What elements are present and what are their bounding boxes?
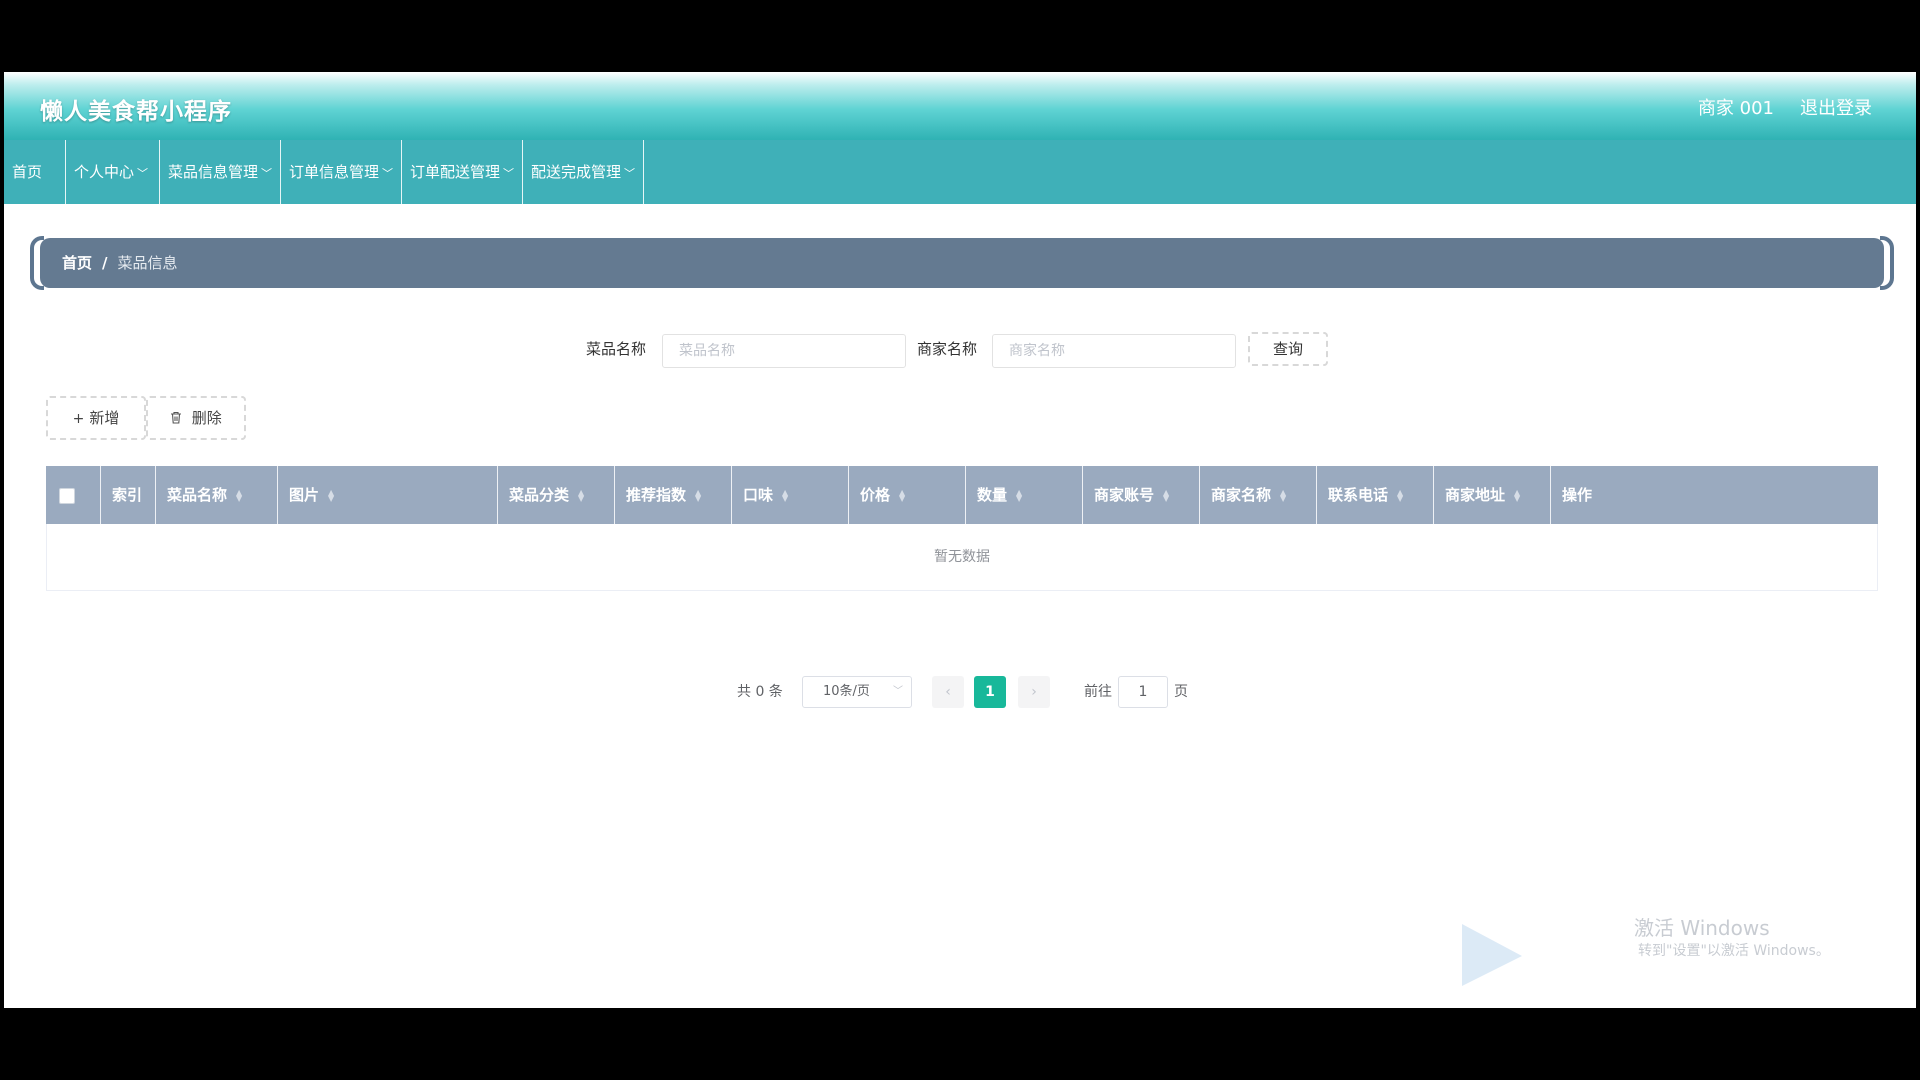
sort-icon[interactable]: ▲ ▼ [236, 488, 242, 502]
prev-page-button[interactable]: ‹ [932, 676, 964, 708]
page-size-value: 10条/页 [823, 684, 870, 699]
query-button[interactable]: 查询 [1248, 332, 1328, 366]
column-header-rating[interactable]: 推荐指数 ▲ ▼ [615, 466, 732, 524]
nav-item-delivery-complete[interactable]: 配送完成管理 ﹀ [523, 140, 644, 204]
page-suffix: 页 [1174, 684, 1188, 700]
top-header: 懒人美食帮小程序 商家 001 退出登录 [4, 72, 1916, 140]
sort-icon[interactable]: ▲ ▼ [1163, 488, 1169, 502]
column-header-flavor[interactable]: 口味 ▲ ▼ [732, 466, 849, 524]
sort-icon[interactable]: ▲ ▼ [328, 488, 334, 502]
nav-item-label: 订单信息管理 [289, 163, 380, 181]
nav-item-dish-management[interactable]: 菜品信息管理 ﹀ [160, 140, 281, 204]
chevron-down-icon: ﹀ [893, 686, 903, 697]
sort-icon[interactable]: ▲ ▼ [1280, 488, 1286, 502]
nav-item-label: 首页 [12, 163, 43, 181]
delete-button[interactable]: 删除 [146, 396, 246, 440]
breadcrumb-bar: 首页 / 菜品信息 [30, 236, 1894, 290]
breadcrumb-current: 菜品信息 [117, 254, 178, 272]
nav-item-order-management[interactable]: 订单信息管理 ﹀ [281, 140, 402, 204]
app-window: 懒人美食帮小程序 商家 001 退出登录 首页 个人中心 ﹀ 菜品信息管理 ﹀ 订单… [4, 72, 1916, 1008]
table-empty-state: 暂无数据 [46, 524, 1878, 591]
nav-item-home[interactable]: 首页 [4, 140, 66, 204]
column-header-phone[interactable]: 联系电话 ▲ ▼ [1317, 466, 1434, 524]
chevron-down-icon: ﹀ [137, 167, 149, 180]
column-header-merchant-name[interactable]: 商家名称 ▲ ▼ [1200, 466, 1317, 524]
main-nav: 首页 个人中心 ﹀ 菜品信息管理 ﹀ 订单信息管理 ﹀ 订单配送管理 ﹀ 配送完成管理 ﹀ [4, 140, 1916, 204]
nav-item-personal-center[interactable]: 个人中心 ﹀ [66, 140, 160, 204]
trash-icon [170, 411, 186, 427]
app-title: 懒人美食帮小程序 [40, 99, 232, 125]
pagination-total: 共 0 条 [737, 684, 783, 700]
column-header-dish-name[interactable]: 菜品名称 ▲ ▼ [156, 466, 278, 524]
merchant-name-input[interactable] [992, 334, 1236, 368]
chevron-down-icon: ﹀ [382, 167, 394, 180]
nav-item-label: 菜品信息管理 [168, 163, 259, 181]
chevron-down-icon: ﹀ [624, 167, 636, 180]
column-header-merchant-account[interactable]: 商家账号 ▲ ▼ [1083, 466, 1200, 524]
nav-item-delivery-management[interactable]: 订单配送管理 ﹀ [402, 140, 523, 204]
breadcrumb: 首页 / 菜品信息 [40, 238, 1884, 288]
sort-icon[interactable]: ▲ ▼ [1514, 488, 1520, 502]
breadcrumb-separator: / [102, 254, 108, 272]
logout-link[interactable]: 退出登录 [1800, 94, 1872, 120]
dish-table: 索引 菜品名称 ▲ ▼ 图片 ▲ ▼ 菜品分类 ▲ ▼ 推荐指数 ▲ ▼ 口味 ▲ ▼ 价格 ▲ ▼ 数… [46, 466, 1878, 591]
goto-page-input[interactable] [1118, 676, 1168, 708]
next-page-button[interactable]: › [1018, 676, 1050, 708]
sort-icon[interactable]: ▲ ▼ [782, 488, 788, 502]
delete-button-label: 删除 [191, 409, 222, 427]
page-number-current[interactable]: 1 [974, 676, 1006, 708]
nav-item-label: 订单配送管理 [410, 163, 501, 181]
chevron-down-icon: ﹀ [261, 167, 273, 180]
select-all-checkbox[interactable] [59, 487, 75, 504]
watermark-logo [1462, 924, 1522, 986]
column-header-actions: 操作 [1562, 486, 1593, 504]
page-size-select[interactable]: 10条/页 ﹀ [802, 676, 912, 708]
sort-icon[interactable]: ▲ ▼ [578, 488, 584, 502]
breadcrumb-home[interactable]: 首页 [62, 254, 92, 272]
sort-icon[interactable]: ▲ ▼ [1397, 488, 1403, 502]
activation-watermark-subtitle: 转到"设置"以激活 Windows。 [1638, 943, 1830, 959]
column-header-price[interactable]: 价格 ▲ ▼ [849, 466, 966, 524]
sort-icon[interactable]: ▲ ▼ [899, 488, 905, 502]
sort-icon[interactable]: ▲ ▼ [1016, 488, 1022, 502]
sort-icon[interactable]: ▲ ▼ [695, 488, 701, 502]
column-header-image[interactable]: 图片 ▲ ▼ [278, 466, 498, 524]
merchant-name-label: 商家名称 [917, 340, 978, 358]
current-user: 商家 001 [1697, 98, 1774, 119]
column-header-address[interactable]: 商家地址 ▲ ▼ [1434, 466, 1551, 524]
dish-name-input[interactable] [662, 334, 906, 368]
select-all-cell [46, 466, 101, 524]
nav-item-label: 个人中心 [74, 163, 135, 181]
table-header: 索引 菜品名称 ▲ ▼ 图片 ▲ ▼ 菜品分类 ▲ ▼ 推荐指数 ▲ ▼ 口味 ▲ ▼ 价格 ▲ ▼ 数… [46, 466, 1878, 524]
plus-icon: + [72, 411, 85, 427]
dish-name-label: 菜品名称 [586, 340, 647, 358]
activation-watermark-title: 激活 Windows [1634, 916, 1770, 940]
column-header-quantity[interactable]: 数量 ▲ ▼ [966, 466, 1083, 524]
chevron-down-icon: ﹀ [503, 167, 515, 180]
nav-item-label: 配送完成管理 [531, 163, 622, 181]
column-header-category[interactable]: 菜品分类 ▲ ▼ [498, 466, 615, 524]
column-header-index: 索引 [101, 466, 156, 524]
add-button[interactable]: + 新增 [46, 396, 146, 440]
goto-label: 前往 [1084, 684, 1112, 700]
add-button-label: 新增 [89, 409, 120, 427]
